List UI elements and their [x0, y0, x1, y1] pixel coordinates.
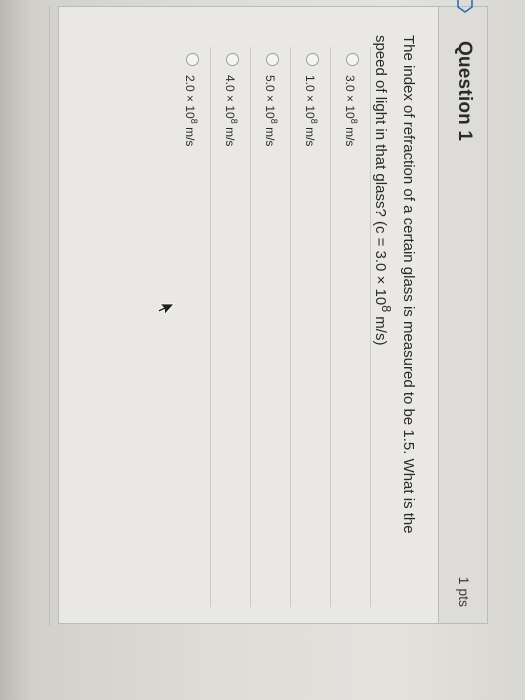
question-header: Question 1 1 pts [438, 0, 487, 623]
answer-option[interactable]: 4.0 × 108 m/s [211, 47, 251, 607]
radio-button[interactable] [266, 53, 279, 66]
answer-label[interactable]: 3.0 × 108 m/s [343, 75, 359, 146]
answer-list: 3.0 × 108 m/s 1.0 × 108 m/s 5.0 × 108 m/… [171, 47, 371, 607]
mouse-pointer-icon [157, 303, 175, 316]
bookmark-icon[interactable] [457, 0, 473, 13]
question-text: The index of refraction of a certain gla… [369, 35, 419, 605]
answer-option[interactable]: 1.0 × 108 m/s [291, 47, 331, 607]
radio-button[interactable] [346, 53, 359, 66]
radio-button[interactable] [306, 53, 319, 66]
answer-label[interactable]: 2.0 × 108 m/s [183, 75, 199, 146]
question-points: 1 pts [456, 576, 472, 607]
answer-option[interactable]: 5.0 × 108 m/s [251, 47, 291, 607]
radio-button[interactable] [186, 53, 199, 66]
question-text-prefix: speed of light in that glass? (c = 3.0 ×… [372, 35, 389, 306]
question-title: Question 1 [454, 41, 475, 142]
question-card: Question 1 1 pts The index of refraction… [58, 0, 488, 624]
answer-option[interactable]: 3.0 × 108 m/s [331, 47, 371, 607]
answer-option[interactable]: 2.0 × 108 m/s [171, 47, 211, 607]
answer-label[interactable]: 5.0 × 108 m/s [263, 75, 279, 146]
question-text-line-1: The index of refraction of a certain gla… [400, 35, 417, 534]
divider [49, 6, 50, 626]
radio-button[interactable] [226, 53, 239, 66]
question-text-suffix: m/s) [372, 312, 389, 346]
quiz-view: Question 1 1 pts The index of refraction… [28, 0, 488, 626]
answer-label[interactable]: 1.0 × 108 m/s [303, 75, 319, 146]
answer-label[interactable]: 4.0 × 108 m/s [223, 75, 239, 146]
question-text-line-2: speed of light in that glass? (c = 3.0 ×… [369, 35, 397, 605]
